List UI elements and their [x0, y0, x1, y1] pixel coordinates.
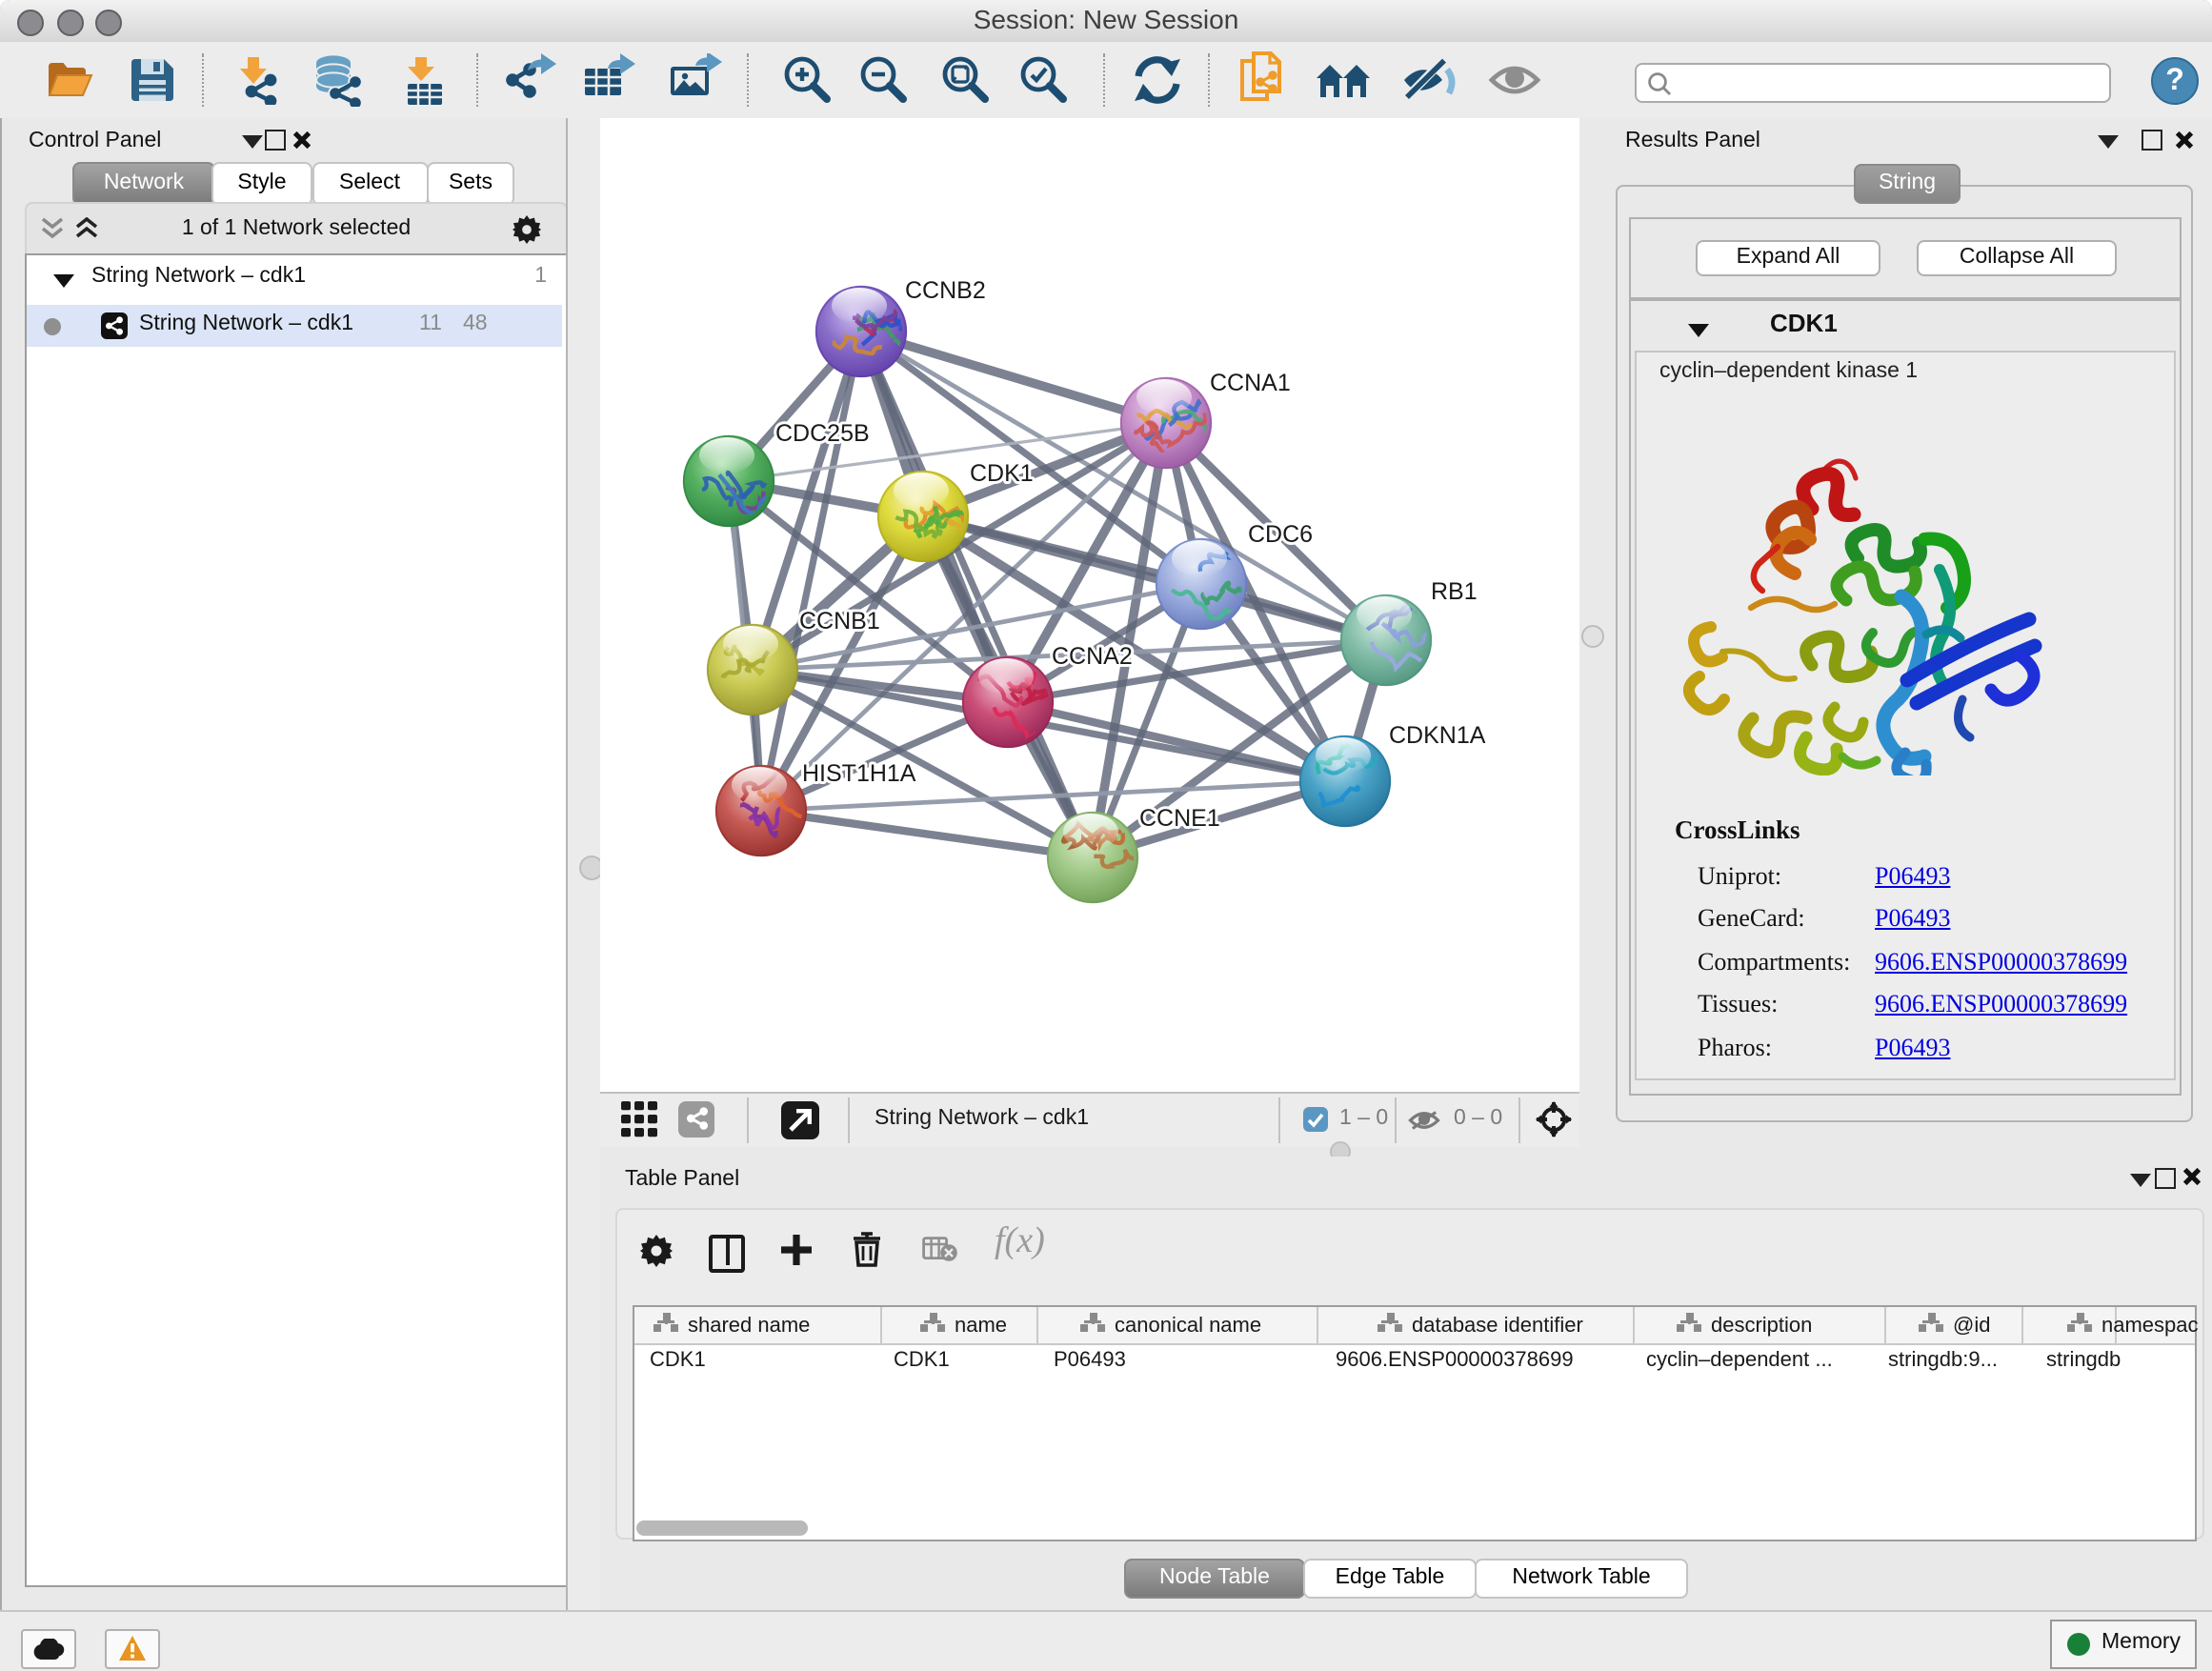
svg-text:HIST1H1A: HIST1H1A	[802, 760, 916, 787]
svg-text:CDC25B: CDC25B	[775, 420, 870, 447]
svg-text:CCNB2: CCNB2	[905, 277, 986, 304]
svg-text:CCNA2: CCNA2	[1052, 643, 1133, 670]
svg-text:CDKN1A: CDKN1A	[1389, 722, 1486, 749]
svg-text:CCNB1: CCNB1	[799, 608, 880, 634]
svg-text:CDK1: CDK1	[970, 460, 1034, 487]
svg-text:CDC6: CDC6	[1248, 521, 1313, 548]
svg-text:CCNE1: CCNE1	[1139, 805, 1220, 832]
svg-text:RB1: RB1	[1431, 578, 1478, 605]
svg-text:CCNA1: CCNA1	[1210, 370, 1291, 396]
